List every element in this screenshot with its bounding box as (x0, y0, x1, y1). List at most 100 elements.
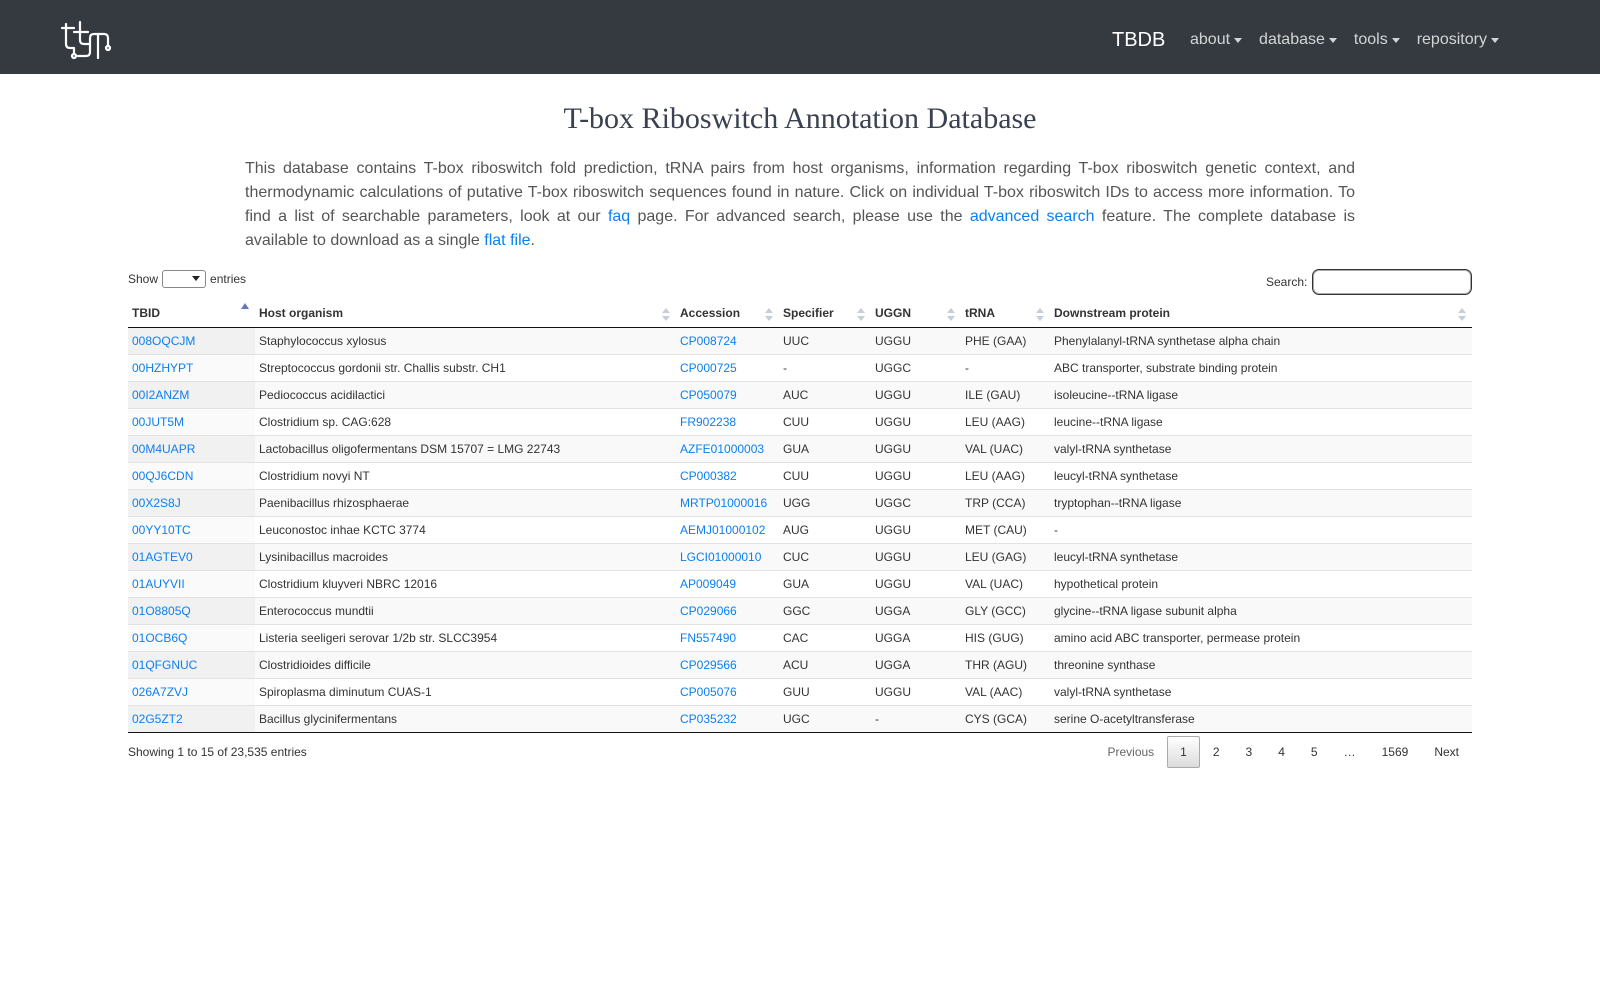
column-header-accession[interactable]: Accession (676, 300, 779, 328)
table-row: 00YY10TC Leuconostoc inhae KCTC 3774 AEMJ0… (128, 515, 1472, 543)
accession-link[interactable]: CP000382 (680, 469, 737, 483)
table-length-control: Show entries (128, 270, 246, 288)
cell-accession: AP009049 (676, 569, 779, 597)
faq-link[interactable]: faq (608, 208, 630, 225)
accession-link[interactable]: CP050079 (680, 388, 737, 402)
tbid-link[interactable]: 00JUT5M (132, 415, 184, 429)
cell-specifier: - (779, 353, 871, 381)
cell-accession: FR902238 (676, 407, 779, 435)
nav-about-label: about (1190, 31, 1231, 48)
next-page-button[interactable]: Next (1421, 736, 1472, 768)
table-row: 00M4UAPR Lactobacillus oligofermentans DS… (128, 434, 1472, 462)
accession-link[interactable]: FR902238 (680, 415, 736, 429)
column-header-tbid[interactable]: TBID (128, 300, 255, 328)
cell-specifier: AUC (779, 380, 871, 408)
accession-link[interactable]: LGCI01000010 (680, 550, 761, 564)
table-body: 008OQCJM Staphylococcus xylosus CP008724 UU… (128, 327, 1472, 733)
previous-page-button[interactable]: Previous (1094, 736, 1167, 768)
cell-host-organism: Pediococcus acidilactici (255, 380, 676, 408)
page-button-2[interactable]: 2 (1200, 736, 1233, 768)
column-header-label: Downstream protein (1054, 306, 1171, 321)
brand-link[interactable]: TBDB (1112, 28, 1165, 52)
cell-tbid: 00I2ANZM (128, 380, 255, 408)
accession-link[interactable]: CP035232 (680, 712, 737, 726)
page-button-last[interactable]: 1569 (1369, 736, 1422, 768)
cell-trna: LEU (AAG) (961, 461, 1050, 489)
cell-host-organism: Bacillus glycinifermentans (255, 704, 676, 733)
tbid-link[interactable]: 02G5ZT2 (132, 712, 183, 726)
cell-downstream-protein: - (1050, 515, 1472, 543)
cell-downstream-protein: Phenylalanyl-tRNA synthetase alpha chain (1050, 327, 1472, 354)
accession-link[interactable]: AZFE01000003 (680, 442, 764, 456)
column-header-downstream-protein[interactable]: Downstream protein (1050, 300, 1472, 328)
page-button-5[interactable]: 5 (1298, 736, 1331, 768)
entries-per-page-select[interactable] (162, 270, 207, 288)
cell-accession: AZFE01000003 (676, 434, 779, 462)
caret-down-icon (1234, 37, 1243, 43)
cell-host-organism: Clostridium novyi NT (255, 461, 676, 489)
cell-uggn: UGGU (871, 569, 961, 597)
cell-host-organism: Clostridioides difficile (255, 650, 676, 678)
column-header-host-organism[interactable]: Host organism (255, 300, 676, 328)
advanced-search-link[interactable]: advanced search (970, 208, 1095, 225)
accession-link[interactable]: MRTP01000016 (680, 496, 767, 510)
accession-link[interactable]: CP005076 (680, 685, 737, 699)
cell-host-organism: Clostridium kluyveri NBRC 12016 (255, 569, 676, 597)
sort-icon (947, 308, 955, 321)
search-input[interactable] (1312, 269, 1473, 295)
column-header-label: TBID (132, 306, 160, 321)
cell-downstream-protein: leucyl-tRNA synthetase (1050, 461, 1472, 489)
nav-database-dropdown[interactable]: database (1259, 30, 1337, 50)
tbid-link[interactable]: 00QJ6CDN (132, 469, 193, 483)
tbid-link[interactable]: 008OQCJM (132, 334, 195, 348)
table-row: 02G5ZT2 Bacillus glycinifermentans CP03523… (128, 704, 1472, 733)
column-header-uggn[interactable]: UGGN (871, 300, 961, 328)
cell-downstream-protein: valyl-tRNA synthetase (1050, 434, 1472, 462)
tbid-link[interactable]: 00X2S8J (132, 496, 181, 510)
cell-specifier: GGC (779, 596, 871, 624)
tbid-link[interactable]: 01O8805Q (132, 604, 191, 618)
tbdb-logo-icon[interactable] (60, 18, 112, 62)
accession-link[interactable]: CP029066 (680, 604, 737, 618)
cell-uggn: UGGU (871, 677, 961, 705)
cell-tbid: 01QFGNUC (128, 650, 255, 678)
tbid-link[interactable]: 00I2ANZM (132, 388, 189, 402)
cell-accession: CP029566 (676, 650, 779, 678)
cell-uggn: UGGA (871, 650, 961, 678)
nav-about-dropdown[interactable]: about (1190, 30, 1243, 50)
cell-trna: MET (CAU) (961, 515, 1050, 543)
accession-link[interactable]: CP008724 (680, 334, 737, 348)
tbid-link[interactable]: 01QFGNUC (132, 658, 197, 672)
cell-downstream-protein: ABC transporter, substrate binding prote… (1050, 353, 1472, 381)
column-header-label: Specifier (783, 306, 834, 321)
tbid-link[interactable]: 01AUYVII (132, 577, 185, 591)
nav-tools-dropdown[interactable]: tools (1354, 30, 1400, 50)
column-header-specifier[interactable]: Specifier (779, 300, 871, 328)
accession-link[interactable]: AEMJ01000102 (680, 523, 765, 537)
tbid-link[interactable]: 00YY10TC (132, 523, 191, 537)
tbid-link[interactable]: 01AGTEV0 (132, 550, 193, 564)
tbid-link[interactable]: 00M4UAPR (132, 442, 195, 456)
cell-specifier: AUG (779, 515, 871, 543)
cell-uggn: UGGA (871, 623, 961, 651)
page-button-1[interactable]: 1 (1167, 736, 1200, 768)
cell-downstream-protein: glycine--tRNA ligase subunit alpha (1050, 596, 1472, 624)
table-row: 00JUT5M Clostridium sp. CAG:628 FR902238 CU… (128, 407, 1472, 435)
tbid-link[interactable]: 01OCB6Q (132, 631, 187, 645)
cell-uggn: UGGU (871, 380, 961, 408)
tbid-link[interactable]: 026A7ZVJ (132, 685, 188, 699)
column-header-trna[interactable]: tRNA (961, 300, 1050, 328)
page-button-3[interactable]: 3 (1233, 736, 1266, 768)
accession-link[interactable]: AP009049 (680, 577, 736, 591)
tbid-link[interactable]: 00HZHYPT (132, 361, 193, 375)
page-button-4[interactable]: 4 (1265, 736, 1298, 768)
nav-repository-dropdown[interactable]: repository (1417, 30, 1499, 50)
cell-downstream-protein: leucyl-tRNA synthetase (1050, 542, 1472, 570)
accession-link[interactable]: CP000725 (680, 361, 737, 375)
nav-database-label: database (1259, 31, 1325, 48)
cell-accession: CP029066 (676, 596, 779, 624)
nav-repository-label: repository (1416, 31, 1487, 48)
accession-link[interactable]: CP029566 (680, 658, 737, 672)
accession-link[interactable]: FN557490 (680, 631, 736, 645)
flat-file-link[interactable]: flat file (484, 232, 530, 249)
